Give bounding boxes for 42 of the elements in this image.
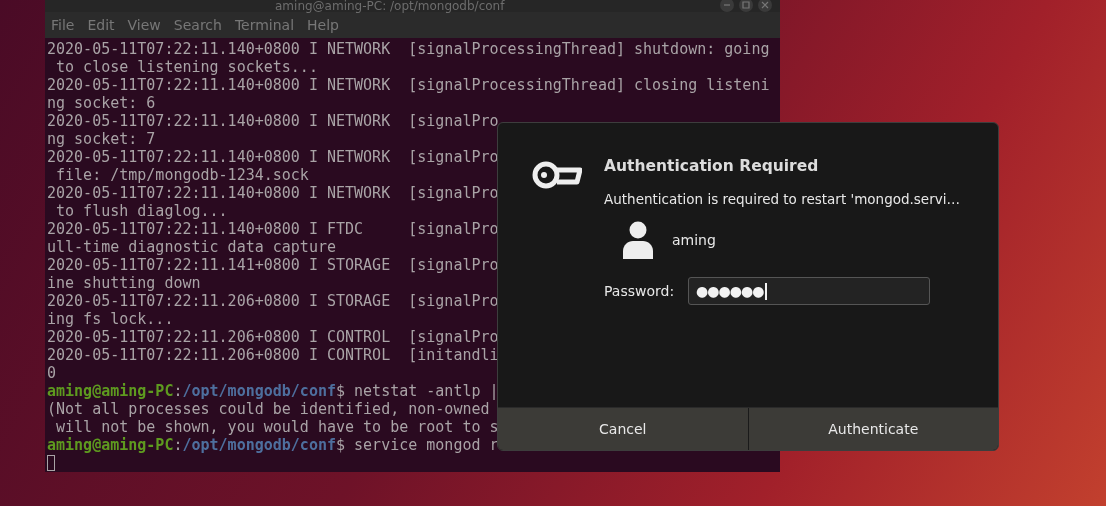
terminal-line: 2020-05-11T07:22:11.140+0800 I NETWORK [signalPro [47, 184, 499, 202]
cancel-button[interactable]: Cancel [498, 408, 748, 450]
terminal-line: 2020-05-11T07:22:11.206+0800 I CONTROL [signalPro [47, 328, 499, 346]
dialog-message: Authentication is required to restart 'mongod.servi… [604, 191, 960, 207]
key-icon [532, 159, 582, 191]
terminal-line: 2020-05-11T07:22:11.206+0800 I STORAGE [signalPro [47, 292, 499, 310]
terminal-line: file: /tmp/mongodb-1234.sock [55, 166, 309, 184]
menu-item[interactable]: Help [307, 17, 339, 33]
terminal-line: 2020-05-11T07:22:11.140+0800 I FTDC [signalPro [47, 220, 499, 238]
terminal-line: will not be shown, you would have to be root to s [55, 418, 499, 436]
terminal-line: 2020-05-11T07:22:11.140+0800 I NETWORK [signalProcessingThread] shutdown: going [47, 40, 770, 58]
prompt-line: aming@aming-PC:/opt/mongodb/conf$ netstat -antlp | [47, 382, 499, 400]
terminal-line: 2020-05-11T07:22:11.140+0800 I NETWORK [signalPro [47, 148, 499, 166]
terminal-line: ull-time diagnostic data capture [47, 238, 336, 256]
user-name: aming [672, 232, 716, 248]
authenticate-button[interactable]: Authenticate [747, 408, 998, 450]
terminal-line: to flush diaglog... [55, 202, 228, 220]
text-cursor [47, 455, 55, 471]
terminal-line: 2020-05-11T07:22:11.141+0800 I STORAGE [signalPro [47, 256, 499, 274]
terminal-line: 2020-05-11T07:22:11.140+0800 I NETWORK [signalProcessingThread] closing listeni [47, 76, 770, 94]
terminal-line: ine shutting down [47, 274, 201, 292]
minimize-button[interactable] [720, 0, 734, 12]
terminal-line: 0 [47, 364, 57, 382]
menu-item[interactable]: Terminal [234, 17, 295, 33]
close-button[interactable] [758, 0, 772, 12]
menu-item[interactable]: View [127, 17, 161, 33]
terminal-line: ng socket: 6 [47, 94, 156, 112]
terminal-line: to close listening sockets... [55, 58, 318, 76]
terminal-line: 2020-05-11T07:22:11.206+0800 I CONTROL [initandli [47, 346, 499, 364]
menu-item[interactable]: Search [173, 17, 222, 33]
terminal-line: (Not all processes could be identified, non-owned [47, 400, 490, 418]
terminal-line: ng socket: 7 [47, 130, 156, 148]
password-label: Password: [604, 283, 675, 299]
terminal-line: 2020-05-11T07:22:11.140+0800 I NETWORK [signalPro [47, 112, 499, 130]
dialog-title: Authentication Required [604, 157, 820, 175]
menu-item[interactable]: Edit [87, 17, 115, 33]
password-field[interactable]: ●●●●●● [688, 277, 931, 305]
menu-item[interactable]: File [51, 17, 75, 33]
terminal-line: ing fs lock... [47, 310, 174, 328]
user-icon [622, 221, 654, 259]
window-title: aming@aming-PC: /opt/mongodb/conf [275, 0, 505, 12]
maximize-button[interactable] [739, 0, 753, 12]
